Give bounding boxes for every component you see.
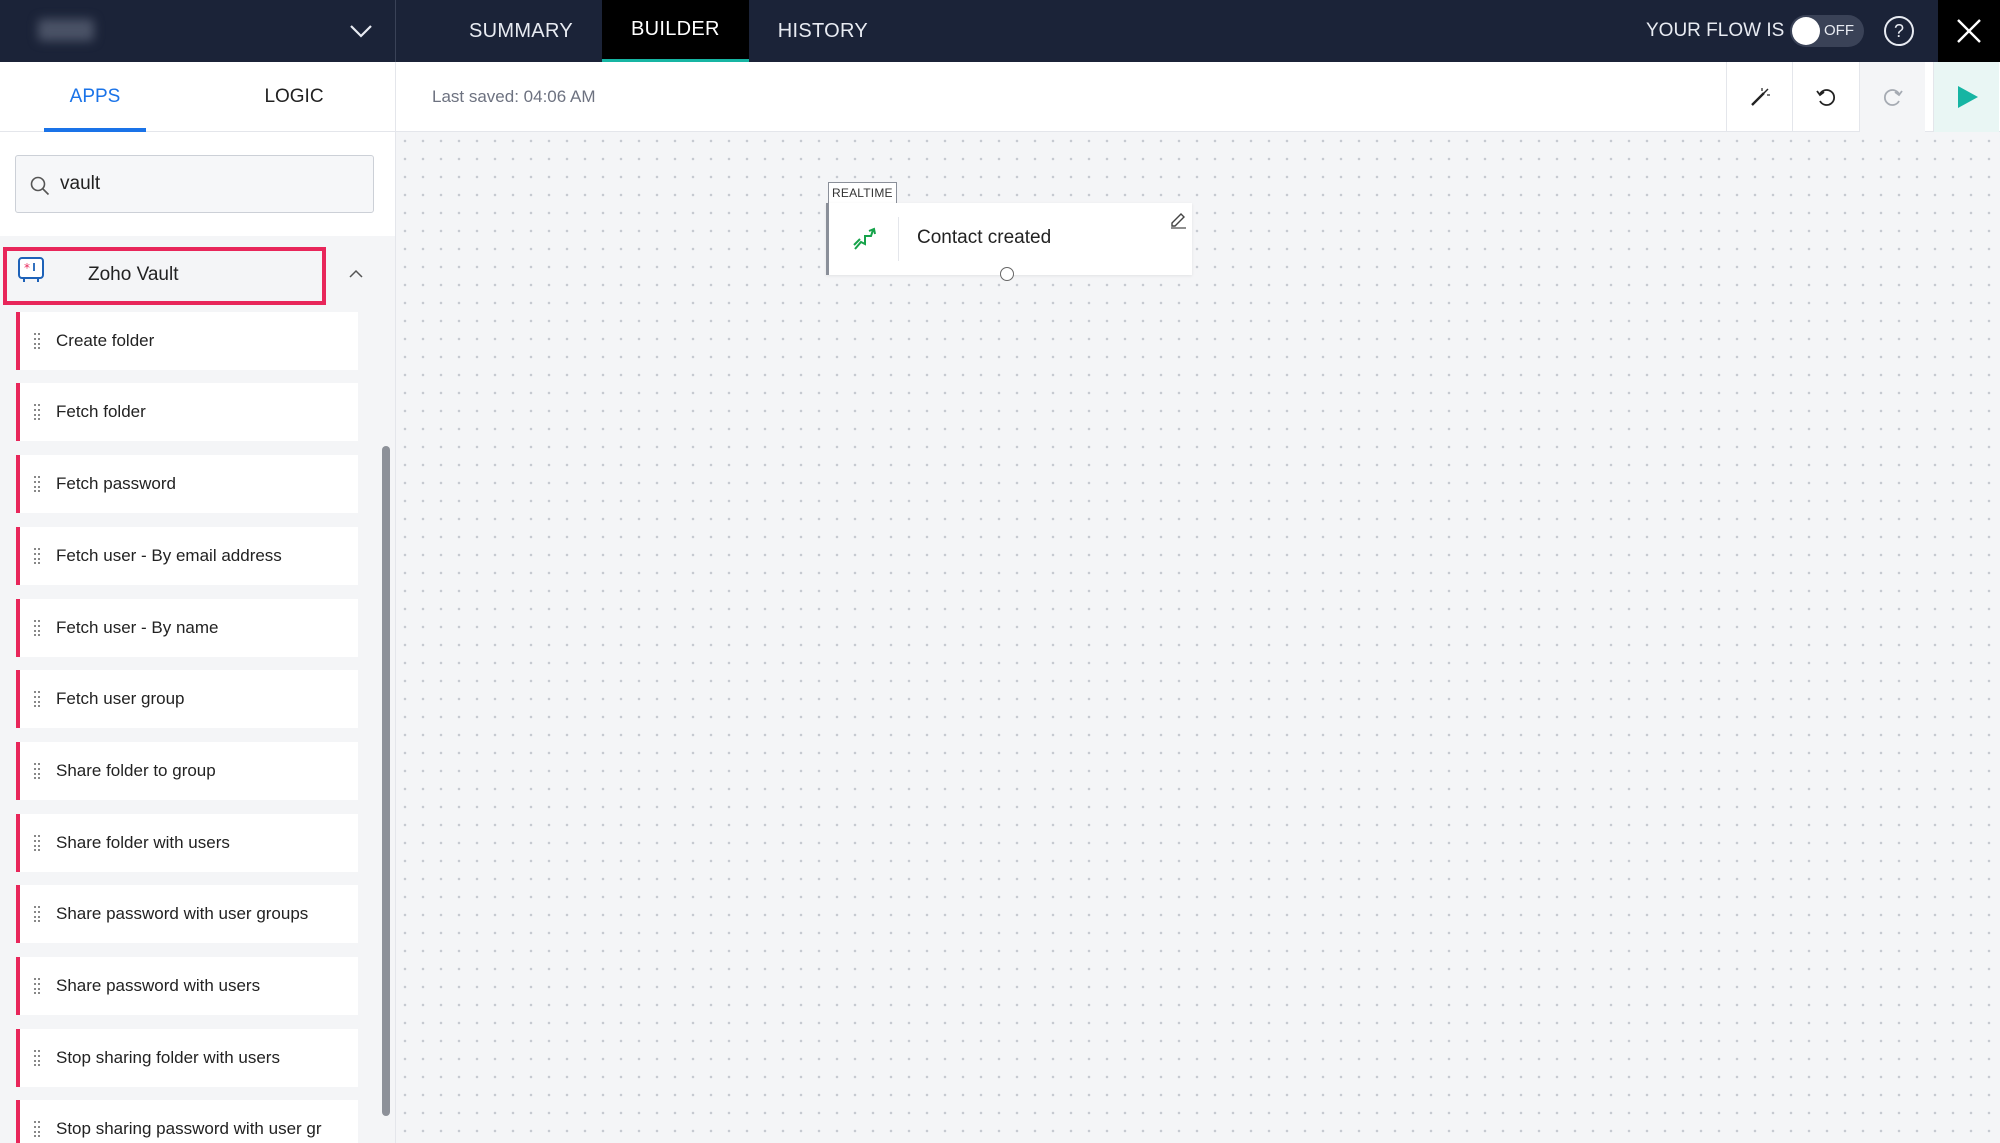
drag-handle-icon (34, 548, 40, 564)
builder-toolbar: APPS LOGIC Last saved: 04:06 AM (0, 62, 2000, 132)
drag-handle-icon (34, 691, 40, 707)
drag-handle-icon (34, 620, 40, 636)
search-area (0, 132, 395, 236)
search-input[interactable] (60, 170, 360, 198)
list-item[interactable]: Fetch password (16, 455, 358, 513)
tab-logic[interactable]: LOGIC (244, 62, 344, 132)
drag-handle-icon (34, 333, 40, 349)
app-search-box[interactable] (15, 155, 374, 213)
undo-button[interactable] (1792, 62, 1858, 132)
drag-handle-icon (34, 476, 40, 492)
action-label: Fetch user group (56, 689, 185, 708)
contact-icon (853, 227, 876, 250)
flow-toggle[interactable]: OFF (1790, 15, 1864, 47)
run-flow-button[interactable] (1933, 62, 1999, 132)
redo-icon (1883, 89, 1903, 106)
search-icon (30, 176, 50, 196)
action-label: Share folder to group (56, 761, 216, 780)
play-icon (1958, 86, 1978, 108)
close-icon (1957, 19, 1981, 43)
drag-handle-icon (34, 978, 40, 994)
drag-handle-icon (34, 763, 40, 779)
apps-sidebar: * Zoho Vault Create folder Fetch folder … (0, 132, 396, 1143)
list-item[interactable]: Share folder with users (16, 814, 358, 872)
action-label: Fetch password (56, 474, 176, 493)
redo-button[interactable] (1859, 62, 1925, 132)
tab-builder[interactable]: BUILDER (601, 0, 749, 62)
trigger-type-tag: REALTIME (828, 182, 897, 204)
undo-icon (1816, 89, 1836, 106)
list-item[interactable]: Create folder (16, 312, 358, 370)
edit-icon[interactable] (1168, 209, 1188, 229)
list-item[interactable]: Share folder to group (16, 742, 358, 800)
tab-history[interactable]: HISTORY (749, 0, 897, 62)
action-label: Share password with users (56, 976, 261, 995)
action-label: Create folder (56, 331, 155, 350)
list-item[interactable]: Fetch user group (16, 670, 358, 728)
action-label: Stop sharing folder with users (56, 1048, 280, 1067)
app-name: Zoho Vault (88, 264, 179, 285)
drag-handle-icon (34, 404, 40, 420)
zoho-vault-icon: * (18, 257, 44, 282)
flow-canvas[interactable] (396, 132, 2000, 1143)
drag-handle-icon (34, 1121, 40, 1137)
action-label: Fetch folder (56, 402, 146, 421)
list-item[interactable]: Fetch user - By name (16, 599, 358, 657)
list-item[interactable]: Fetch user - By email address (16, 527, 358, 585)
magic-wand-icon (1751, 88, 1770, 106)
toggle-label: OFF (1824, 22, 1854, 39)
list-item[interactable]: Stop sharing password with user gr (16, 1100, 358, 1143)
close-button[interactable] (1938, 0, 2000, 62)
top-bar: SUMMARY BUILDER HISTORY YOUR FLOW IS OFF… (0, 0, 2000, 62)
action-label: Stop sharing password with user gr (56, 1119, 322, 1138)
main-nav: SUMMARY BUILDER HISTORY (440, 0, 897, 62)
flow-name-selector[interactable] (0, 0, 396, 62)
chevron-down-icon[interactable] (348, 18, 374, 44)
svg-text:*: * (24, 261, 30, 275)
action-label: Fetch user - By name (56, 618, 219, 637)
sidebar-tabs: APPS LOGIC (0, 62, 396, 132)
drag-handle-icon (34, 1050, 40, 1066)
toggle-knob (1792, 17, 1820, 45)
tab-apps-label: APPS (69, 86, 121, 107)
trigger-node[interactable]: Contact created (826, 203, 1192, 275)
drag-handle-icon (34, 906, 40, 922)
last-saved-status: Last saved: 04:06 AM (432, 87, 596, 106)
list-item[interactable]: Fetch folder (16, 383, 358, 441)
list-item[interactable]: Share password with user groups (16, 885, 358, 943)
list-item[interactable]: Share password with users (16, 957, 358, 1015)
help-icon[interactable]: ? (1884, 16, 1914, 46)
chevron-up-icon[interactable] (346, 266, 366, 282)
flow-status-label: YOUR FLOW IS (1646, 20, 1785, 41)
sidebar-scrollbar[interactable] (382, 446, 390, 1116)
node-separator (898, 217, 899, 261)
node-connector-port[interactable] (1000, 267, 1014, 281)
magic-wand-button[interactable] (1726, 62, 1792, 132)
tab-apps[interactable]: APPS (44, 62, 146, 132)
action-label: Fetch user - By email address (56, 546, 282, 565)
action-label: Share folder with users (56, 833, 230, 852)
action-label: Share password with user groups (56, 904, 309, 923)
drag-handle-icon (34, 835, 40, 851)
tab-summary[interactable]: SUMMARY (440, 0, 602, 62)
trigger-title: Contact created (917, 227, 1052, 248)
flow-name-redacted (38, 19, 94, 41)
list-item[interactable]: Stop sharing folder with users (16, 1029, 358, 1087)
